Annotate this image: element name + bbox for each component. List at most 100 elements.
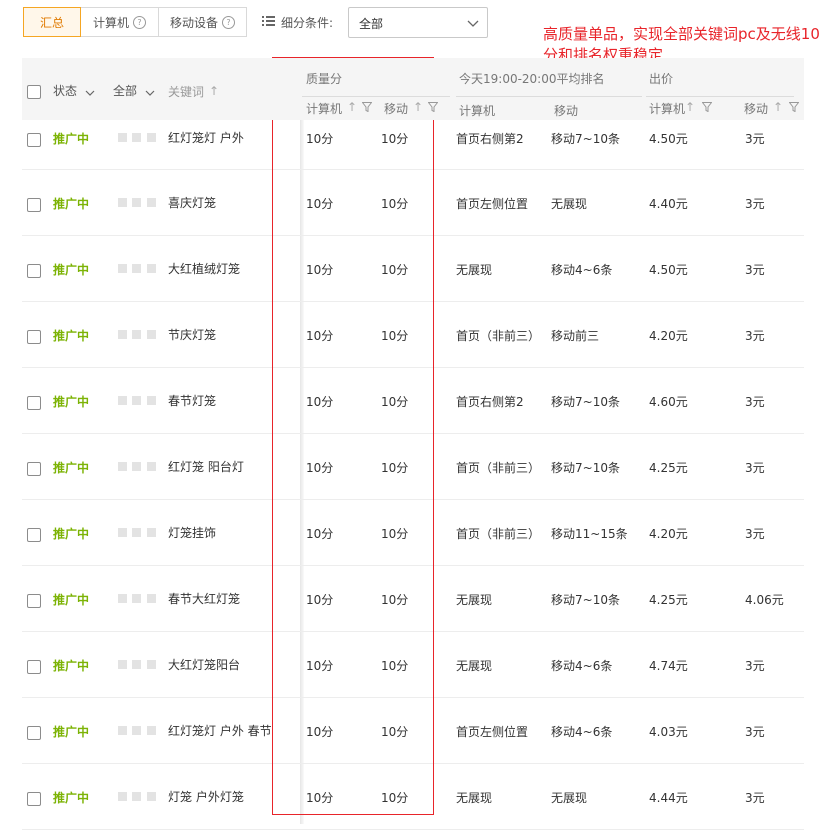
- quality-pc-cell: 10分: [306, 725, 334, 739]
- table-row[interactable]: 推广中 大红灯笼阳台 10分 10分 无展现 移动4~6条 4.74元 3元: [22, 632, 804, 698]
- placeholder-icon: [118, 792, 127, 801]
- bid-mobile-cell[interactable]: 3元: [745, 789, 765, 806]
- bid-pc-cell[interactable]: 4.20元: [649, 525, 688, 542]
- keyword-cell[interactable]: 灯笼挂饰: [168, 524, 216, 541]
- quality-pc-header[interactable]: 计算机: [306, 100, 342, 117]
- table-row[interactable]: 推广中 灯笼 户外灯笼 10分 10分 无展现 无展现 4.44元 3元: [22, 764, 804, 830]
- row-checkbox[interactable]: [27, 726, 41, 740]
- status-header[interactable]: 状态: [53, 82, 77, 99]
- status-label[interactable]: 推广中: [53, 723, 89, 740]
- filter-icon[interactable]: [361, 101, 373, 115]
- bid-mobile-cell[interactable]: 3元: [745, 195, 765, 212]
- sort-arrow-icon[interactable]: ↑: [413, 100, 423, 114]
- rank-pc-cell: 无展现: [456, 263, 493, 277]
- bid-mobile-cell[interactable]: 3元: [745, 723, 765, 740]
- quality-mobile-cell: 10分: [381, 527, 409, 541]
- keyword-cell[interactable]: 红灯笼 阳台灯: [168, 458, 244, 475]
- table-row[interactable]: 推广中 红灯笼 阳台灯 10分 10分 首页（非前三） 移动7~10条 4.25元 3元: [22, 434, 804, 500]
- table-row[interactable]: 推广中 灯笼挂饰 10分 10分 首页（非前三） 移动11~15条 4.20元 3元: [22, 500, 804, 566]
- bid-pc-cell[interactable]: 4.20元: [649, 327, 688, 344]
- bid-mobile-header[interactable]: 移动: [744, 100, 768, 117]
- quality-mobile-cell: 10分: [381, 197, 409, 211]
- help-icon[interactable]: ?: [133, 15, 146, 29]
- status-label[interactable]: 推广中: [53, 789, 89, 806]
- placeholder-icon: [147, 396, 156, 405]
- quality-mobile-cell: 10分: [381, 263, 409, 277]
- bid-pc-cell[interactable]: 4.40元: [649, 195, 688, 212]
- keyword-cell[interactable]: 大红灯笼阳台: [168, 656, 240, 673]
- bid-mobile-cell[interactable]: 3元: [745, 130, 765, 147]
- sort-arrow-icon[interactable]: ↑: [685, 100, 695, 114]
- bid-mobile-cell[interactable]: 4.06元: [745, 591, 784, 608]
- row-checkbox[interactable]: [27, 330, 41, 344]
- keyword-cell[interactable]: 春节灯笼: [168, 392, 216, 409]
- keyword-cell[interactable]: 红灯笼灯 户外: [168, 129, 244, 146]
- chevron-down-icon[interactable]: [85, 86, 95, 100]
- table-row[interactable]: 推广中 喜庆灯笼 10分 10分 首页左侧位置 无展现 4.40元 3元: [22, 170, 804, 236]
- status-label[interactable]: 推广中: [53, 327, 89, 344]
- status-label[interactable]: 推广中: [53, 130, 89, 147]
- tab-computer[interactable]: 计算机 ?: [80, 7, 159, 37]
- bid-mobile-cell[interactable]: 3元: [745, 261, 765, 278]
- status-label[interactable]: 推广中: [53, 591, 89, 608]
- status-label[interactable]: 推广中: [53, 459, 89, 476]
- bid-pc-cell[interactable]: 4.50元: [649, 130, 688, 147]
- sort-arrow-icon[interactable]: ↑: [209, 84, 219, 98]
- bid-mobile-cell[interactable]: 3元: [745, 459, 765, 476]
- table-row[interactable]: 推广中 大红植绒灯笼 10分 10分 无展现 移动4~6条 4.50元 3元: [22, 236, 804, 302]
- bid-mobile-cell[interactable]: 3元: [745, 525, 765, 542]
- bid-mobile-cell[interactable]: 3元: [745, 393, 765, 410]
- status-label[interactable]: 推广中: [53, 525, 89, 542]
- quality-pc-cell: 10分: [306, 659, 334, 673]
- bid-pc-cell[interactable]: 4.60元: [649, 393, 688, 410]
- filter-icon[interactable]: [427, 101, 439, 115]
- table-row[interactable]: 推广中 春节灯笼 10分 10分 首页右侧第2 移动7~10条 4.60元 3元: [22, 368, 804, 434]
- bid-pc-cell[interactable]: 4.50元: [649, 261, 688, 278]
- tab-mobile[interactable]: 移动设备 ?: [158, 7, 247, 37]
- row-checkbox[interactable]: [27, 396, 41, 410]
- bid-mobile-cell[interactable]: 3元: [745, 327, 765, 344]
- filter-icon[interactable]: [788, 101, 800, 115]
- keyword-cell[interactable]: 灯笼 户外灯笼: [168, 788, 244, 805]
- row-checkbox[interactable]: [27, 792, 41, 806]
- keyword-header[interactable]: 关键词: [168, 83, 204, 100]
- bid-pc-cell[interactable]: 4.03元: [649, 723, 688, 740]
- sort-arrow-icon[interactable]: ↑: [347, 100, 357, 114]
- filter-icon[interactable]: [701, 101, 713, 115]
- placeholder-icon: [118, 330, 127, 339]
- row-checkbox[interactable]: [27, 133, 41, 147]
- all-header[interactable]: 全部: [113, 82, 137, 99]
- status-label[interactable]: 推广中: [53, 393, 89, 410]
- keyword-cell[interactable]: 红灯笼灯 户外 春节: [168, 722, 272, 739]
- quality-mobile-header[interactable]: 移动: [384, 100, 408, 117]
- bid-pc-cell[interactable]: 4.44元: [649, 789, 688, 806]
- chevron-down-icon[interactable]: [145, 86, 155, 100]
- sort-arrow-icon[interactable]: ↑: [773, 100, 783, 114]
- bid-pc-cell[interactable]: 4.74元: [649, 657, 688, 674]
- table-row[interactable]: 推广中 节庆灯笼 10分 10分 首页（非前三） 移动前三 4.20元 3元: [22, 302, 804, 368]
- filter-select[interactable]: 全部: [348, 7, 488, 38]
- status-label[interactable]: 推广中: [53, 195, 89, 212]
- row-checkbox[interactable]: [27, 462, 41, 476]
- table-row[interactable]: 推广中 春节大红灯笼 10分 10分 无展现 移动7~10条 4.25元 4.06元: [22, 566, 804, 632]
- status-label[interactable]: 推广中: [53, 261, 89, 278]
- row-checkbox[interactable]: [27, 594, 41, 608]
- row-checkbox[interactable]: [27, 264, 41, 278]
- bid-pc-header[interactable]: 计算机: [649, 100, 685, 117]
- keyword-cell[interactable]: 节庆灯笼: [168, 326, 216, 343]
- row-checkbox[interactable]: [27, 660, 41, 674]
- row-checkbox[interactable]: [27, 528, 41, 542]
- keyword-cell[interactable]: 喜庆灯笼: [168, 194, 216, 211]
- keyword-cell[interactable]: 大红植绒灯笼: [168, 260, 240, 277]
- row-checkbox[interactable]: [27, 198, 41, 212]
- table-row[interactable]: 推广中 红灯笼灯 户外 春节 10分 10分 首页左侧位置 移动4~6条 4.03元 3元: [22, 698, 804, 764]
- keyword-cell[interactable]: 春节大红灯笼: [168, 590, 240, 607]
- tab-summary[interactable]: 汇总: [23, 7, 81, 37]
- select-all-checkbox[interactable]: [27, 85, 41, 99]
- status-label[interactable]: 推广中: [53, 657, 89, 674]
- bid-pc-cell[interactable]: 4.25元: [649, 459, 688, 476]
- rank-mobile-cell: 无展现: [551, 791, 588, 805]
- help-icon[interactable]: ?: [222, 15, 235, 29]
- bid-pc-cell[interactable]: 4.25元: [649, 591, 688, 608]
- bid-mobile-cell[interactable]: 3元: [745, 657, 765, 674]
